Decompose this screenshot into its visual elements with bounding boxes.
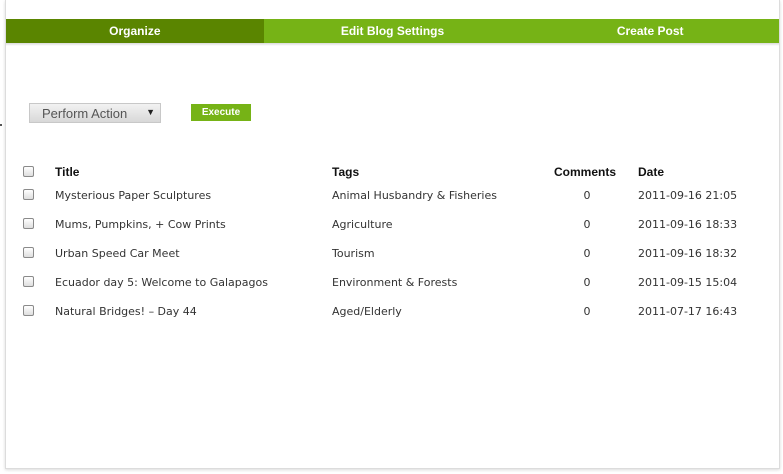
post-title-link[interactable]: Ecuador day 5: Welcome to Galapagos <box>55 276 268 289</box>
tab-organize[interactable]: Organize <box>6 19 264 43</box>
post-comments-count: 0 <box>583 276 591 289</box>
post-date: 2011-07-17 16:43 <box>638 305 738 318</box>
post-tags: Agriculture <box>332 218 393 231</box>
row-checkbox[interactable] <box>23 276 34 287</box>
post-tags: Animal Husbandry & Fisheries <box>332 189 497 202</box>
post-date: 2011-09-16 18:33 <box>638 218 738 231</box>
perform-action-select[interactable]: Perform Action ▼ <box>29 103 161 123</box>
post-comments-count: 0 <box>583 305 591 318</box>
column-header-comments: Comments <box>554 165 617 179</box>
post-comments-count: 0 <box>583 247 591 260</box>
column-header-tags: Tags <box>332 165 360 179</box>
row-checkbox[interactable] <box>23 247 34 258</box>
post-tags: Environment & Forests <box>332 276 458 289</box>
post-title-link[interactable]: Mums, Pumpkins, + Cow Prints <box>55 218 226 231</box>
post-tags: Aged/Elderly <box>332 305 402 318</box>
stray-dot <box>0 124 2 126</box>
tab-bar: Organize Edit Blog Settings Create Post <box>6 19 779 43</box>
post-tags: Tourism <box>332 247 375 260</box>
post-title-link[interactable]: Mysterious Paper Sculptures <box>55 189 211 202</box>
blog-admin-panel: Organize Edit Blog Settings Create Post <box>5 0 780 469</box>
post-date: 2011-09-15 15:04 <box>638 276 738 289</box>
execute-button[interactable]: Execute <box>191 104 251 121</box>
post-comments-count: 0 <box>583 218 591 231</box>
select-all-checkbox[interactable] <box>23 166 34 177</box>
post-title-link[interactable]: Natural Bridges! – Day 44 <box>55 305 197 318</box>
dropdown-arrow-icon: ▼ <box>146 107 155 117</box>
column-header-title: Title <box>55 165 80 179</box>
tab-bar-shadow <box>6 43 779 46</box>
post-date: 2011-09-16 18:32 <box>638 247 738 260</box>
post-date: 2011-09-16 21:05 <box>638 189 738 202</box>
row-checkbox[interactable] <box>23 305 34 316</box>
tab-edit-blog-settings[interactable]: Edit Blog Settings <box>264 19 522 43</box>
tab-create-post[interactable]: Create Post <box>521 19 779 43</box>
perform-action-label: Perform Action <box>42 105 128 121</box>
column-header-date: Date <box>638 165 665 179</box>
row-checkbox[interactable] <box>23 218 34 229</box>
post-title-link[interactable]: Urban Speed Car Meet <box>55 247 180 260</box>
row-checkbox[interactable] <box>23 189 34 200</box>
post-comments-count: 0 <box>583 189 591 202</box>
